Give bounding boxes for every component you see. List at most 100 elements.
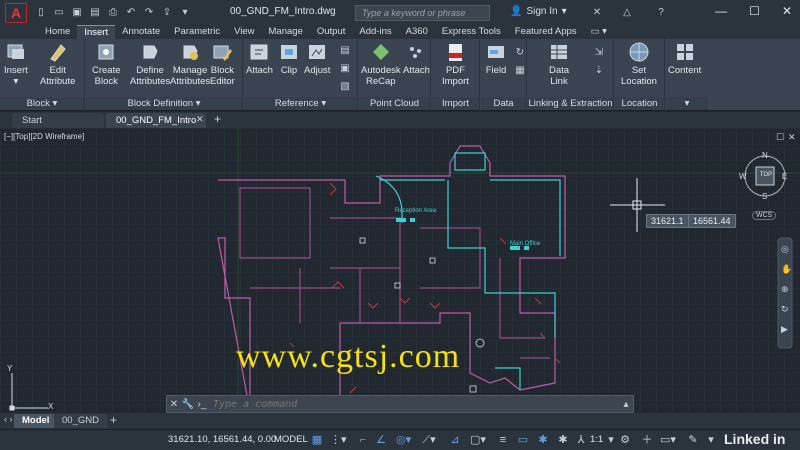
annotation-monitor-icon[interactable]: ＋ xyxy=(640,433,654,447)
compass-west[interactable]: W xyxy=(739,172,747,181)
scale-dropdown-icon[interactable]: ▾ xyxy=(604,433,618,447)
extract-data-icon[interactable]: ⇲ xyxy=(592,45,606,59)
save-as-icon[interactable]: ▤ xyxy=(88,6,102,20)
tab-featured-apps[interactable]: Featured Apps xyxy=(508,25,584,39)
close-button[interactable]: ✕ xyxy=(782,4,792,18)
annotation-scale-icon[interactable]: ⅄ xyxy=(574,433,588,447)
manage-attributes-button[interactable]: Manage Attributes xyxy=(170,41,210,87)
annotation-visibility-icon[interactable]: ✱ xyxy=(536,433,550,447)
wcs-menu[interactable]: WCS xyxy=(752,211,777,220)
dynamic-input-x[interactable]: 31621.1 xyxy=(646,214,689,228)
layout-scroll-icon[interactable]: ‹ › xyxy=(4,414,13,424)
viewport-restore-icon[interactable]: ☐ xyxy=(776,132,784,143)
compass-north[interactable]: N xyxy=(762,151,768,160)
define-attributes-button[interactable]: Define Attributes xyxy=(130,41,170,87)
application-menu-button[interactable]: A xyxy=(0,0,32,25)
command-prompt-icon[interactable]: ›_ xyxy=(195,399,209,410)
ole-object-icon[interactable]: ▦ xyxy=(513,63,527,77)
annotation-scale-value[interactable]: 1:1 xyxy=(590,434,603,445)
exchange-icon[interactable]: ✕ xyxy=(590,5,604,19)
tab-view[interactable]: View xyxy=(227,25,261,39)
autodesk-a360-icon[interactable]: △ xyxy=(620,5,634,19)
tab-output[interactable]: Output xyxy=(310,25,353,39)
tab-manage[interactable]: Manage xyxy=(262,25,310,39)
tab-model[interactable]: Model xyxy=(14,414,58,428)
compass-south[interactable]: S xyxy=(762,192,767,201)
command-line-customize-icon[interactable]: 🔧 xyxy=(181,399,195,410)
command-history-icon[interactable]: ▴ xyxy=(619,399,633,410)
transparency-icon[interactable]: ≡ xyxy=(496,433,510,447)
download-from-source-icon[interactable]: ⇣ xyxy=(592,63,606,77)
model-space-toggle[interactable]: MODEL xyxy=(274,434,308,445)
polar-tracking-icon[interactable]: ∠ xyxy=(374,433,388,447)
sign-in-button[interactable]: 👤 Sign In ▾ xyxy=(510,6,567,17)
object-snap-icon[interactable]: ⊿ xyxy=(448,433,462,447)
viewport-controls-label[interactable]: [−][Top][2D Wireframe] xyxy=(4,132,84,141)
insert-block-button[interactable]: Insert ▾ xyxy=(4,41,28,87)
undo-icon[interactable]: ↶ xyxy=(124,6,138,20)
command-input[interactable] xyxy=(209,398,619,410)
field-button[interactable]: Field xyxy=(485,41,507,76)
open-file-icon[interactable]: ▭ xyxy=(52,6,66,20)
content-button[interactable]: Content xyxy=(668,41,701,76)
panel-block-label[interactable]: Block ▾ xyxy=(0,97,84,110)
viewcube-top-face[interactable]: TOP xyxy=(757,172,775,178)
panel-block-definition-label[interactable]: Block Definition ▾ xyxy=(86,97,242,110)
ribbon-options-icon[interactable]: ▭ ▾ xyxy=(584,25,614,39)
workspace-switching-icon[interactable]: ⚙ xyxy=(618,433,632,447)
set-location-button[interactable]: Set Location xyxy=(621,41,657,87)
share-icon[interactable]: ⇪ xyxy=(160,6,174,20)
drawing-tab[interactable]: 00_GND_FM_Intro xyxy=(106,113,206,128)
tab-annotate[interactable]: Annotate xyxy=(115,25,167,39)
minimize-button[interactable]: — xyxy=(715,4,727,18)
snap-to-underlay-icon[interactable]: ▧ xyxy=(338,79,352,93)
tab-express-tools[interactable]: Express Tools xyxy=(435,25,508,39)
isolate-objects-icon[interactable]: ✎ xyxy=(686,433,700,447)
panel-reference-label[interactable]: Reference ▾ xyxy=(244,97,357,110)
autodesk-recap-button[interactable]: Autodesk ReCap xyxy=(361,41,401,87)
dynamic-input-y[interactable]: 16561.44 xyxy=(688,214,736,228)
maximize-button[interactable]: ☐ xyxy=(749,4,760,18)
clean-screen-icon[interactable]: ▾ xyxy=(704,433,718,447)
pan-icon[interactable]: ✋ xyxy=(781,264,792,275)
tab-a360[interactable]: A360 xyxy=(399,25,435,39)
close-tab-icon[interactable]: ✕ xyxy=(196,114,204,125)
grid-display-icon[interactable]: ▦ xyxy=(310,433,324,447)
coordinate-readout[interactable]: 31621.10, 16561.44, 0.00 xyxy=(168,434,276,445)
underlay-layers-icon[interactable]: ▤ xyxy=(338,43,352,57)
data-link-button[interactable]: Data Link xyxy=(548,41,570,87)
block-editor-button[interactable]: Block Editor xyxy=(210,41,235,87)
compass-east[interactable]: E xyxy=(782,172,787,181)
steering-wheel-icon[interactable]: ◎ xyxy=(781,244,789,255)
lineweight-icon[interactable]: ▢▾ xyxy=(470,433,486,447)
new-file-icon[interactable]: ▯ xyxy=(34,6,48,20)
adjust-button[interactable]: Adjust xyxy=(304,41,330,76)
zoom-extents-icon[interactable]: ⊕ xyxy=(781,284,789,295)
help-icon[interactable]: ? xyxy=(654,5,668,19)
new-tab-button[interactable]: + xyxy=(214,112,221,126)
attach-button[interactable]: Attach xyxy=(246,41,273,76)
create-block-button[interactable]: Create Block xyxy=(92,41,121,87)
new-layout-button[interactable]: + xyxy=(110,413,117,427)
clip-button[interactable]: Clip xyxy=(278,41,300,76)
start-tab[interactable]: Start xyxy=(12,113,104,128)
tab-insert[interactable]: Insert xyxy=(77,25,116,39)
isodraft-icon[interactable]: ◎▾ xyxy=(396,433,411,447)
tab-parametric[interactable]: Parametric xyxy=(167,25,227,39)
ortho-mode-icon[interactable]: ⌐ xyxy=(356,433,370,447)
viewport-close-icon[interactable]: ✕ xyxy=(788,132,796,143)
edit-attribute-button[interactable]: Edit Attribute xyxy=(40,41,75,87)
drawing-viewport[interactable]: [−][Top][2D Wireframe] ☐ ✕ Reception Are… xyxy=(0,128,800,412)
redo-icon[interactable]: ↷ xyxy=(142,6,156,20)
object-snap-tracking-icon[interactable]: ⟋▾ xyxy=(422,433,436,447)
point-cloud-attach-button[interactable]: Attach xyxy=(403,41,430,76)
panel-content-dropdown[interactable]: ▾ xyxy=(666,97,708,110)
tab-add-ins[interactable]: Add-ins xyxy=(352,25,398,39)
help-search-input[interactable]: Type a keyword or phrase xyxy=(355,5,490,21)
quick-access-dropdown-icon[interactable]: ▾ xyxy=(178,6,192,20)
orbit-icon[interactable]: ↻ xyxy=(781,304,789,315)
command-line-close-icon[interactable]: ✕ xyxy=(167,399,181,410)
tab-layout-00-gnd[interactable]: 00_GND xyxy=(54,414,107,428)
save-icon[interactable]: ▣ xyxy=(70,6,84,20)
auto-scale-icon[interactable]: ✱ xyxy=(556,433,570,447)
